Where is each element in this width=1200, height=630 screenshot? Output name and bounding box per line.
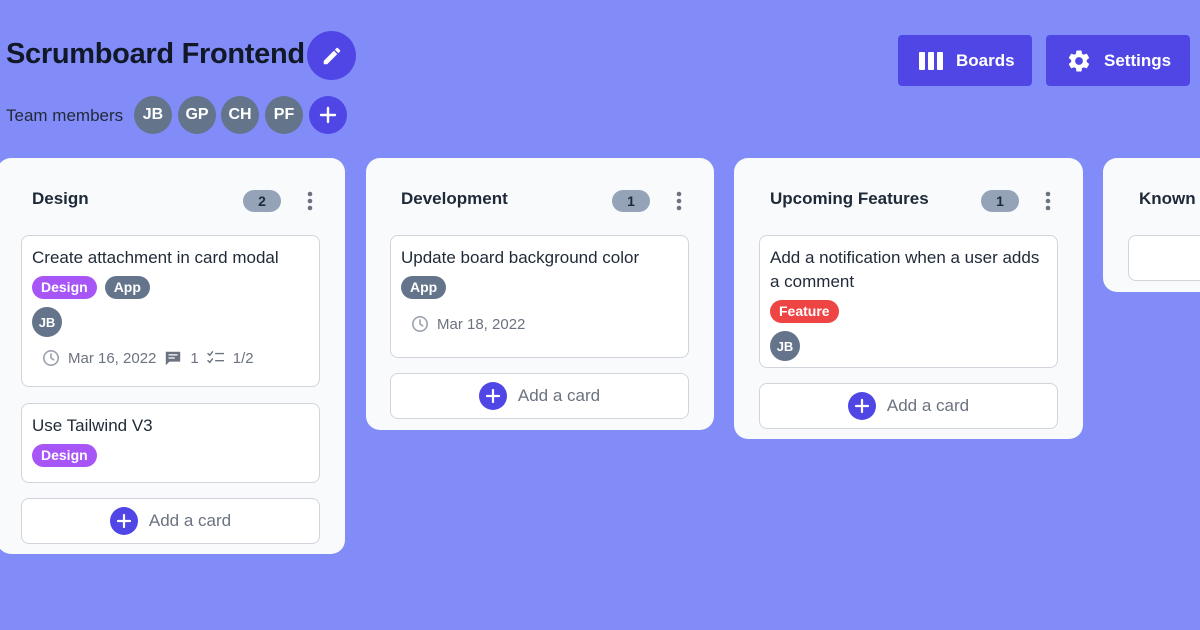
plus-icon <box>478 382 507 410</box>
column-title: Design <box>32 189 89 208</box>
tag-design: Design <box>32 276 97 299</box>
add-card-label: Add a card <box>517 386 601 405</box>
settings-label: Settings <box>1104 50 1172 70</box>
column-known-bugs: Known Bugs <box>1103 158 1200 292</box>
checklist-progress: 1/2 <box>232 349 254 367</box>
add-card-button[interactable]: Add a card <box>390 373 689 419</box>
column-title: Upcoming Features <box>770 189 929 208</box>
column-menu-button[interactable] <box>669 188 689 214</box>
more-vert-icon <box>1045 191 1051 211</box>
plus-icon <box>109 507 138 535</box>
plus-icon <box>319 106 337 124</box>
column-title: Known Bugs <box>1139 189 1200 208</box>
clock-icon <box>42 349 60 367</box>
more-vert-icon <box>307 191 313 211</box>
avatar[interactable]: GP <box>178 96 216 134</box>
boards-label: Boards <box>956 50 1015 70</box>
card[interactable]: Add a notification when a user adds a co… <box>759 235 1058 368</box>
tag-design: Design <box>32 444 97 467</box>
add-card-label: Add a card <box>886 396 970 415</box>
plus-icon <box>847 392 876 420</box>
card[interactable]: Update board background color App Mar 18… <box>390 235 689 358</box>
card-member-avatar: JB <box>770 331 800 361</box>
add-card-button[interactable]: Add a card <box>759 383 1058 429</box>
edit-board-button[interactable] <box>307 31 356 80</box>
card-count-badge: 1 <box>981 190 1019 212</box>
column-title: Development <box>401 189 508 208</box>
add-card-button[interactable]: Add a card <box>21 498 320 544</box>
boards-icon <box>918 50 944 72</box>
settings-button[interactable]: Settings <box>1046 35 1190 86</box>
checklist-icon <box>207 350 225 366</box>
team-members-label: Team members <box>6 106 124 125</box>
tag-app: App <box>104 276 150 299</box>
card-title: Add a notification when a user adds a co… <box>770 248 1040 291</box>
settings-icon <box>1066 48 1092 74</box>
tag-app: App <box>401 276 447 299</box>
card-title: Use Tailwind V3 <box>32 416 153 435</box>
avatar[interactable]: JB <box>134 96 172 134</box>
column-menu-button[interactable] <box>300 188 320 214</box>
comment-count: 1 <box>190 349 199 367</box>
avatar[interactable]: PF <box>265 96 303 134</box>
card-count-badge: 2 <box>243 190 281 212</box>
card[interactable]: Create attachment in card modal Design A… <box>21 235 320 387</box>
card[interactable]: Use Tailwind V3 Design <box>21 403 320 483</box>
comment-icon <box>164 349 182 367</box>
column-upcoming-features: Upcoming Features 1 Add a notification w… <box>734 158 1083 439</box>
add-card-button[interactable] <box>1128 235 1200 281</box>
column-design: Design 2 Create attachment in card modal… <box>0 158 345 554</box>
boards-button[interactable]: Boards <box>898 35 1032 86</box>
column-menu-button[interactable] <box>1038 188 1058 214</box>
card-title: Create attachment in card modal <box>32 248 279 267</box>
edit-icon <box>323 47 340 64</box>
clock-icon <box>411 315 429 333</box>
card-member-avatar: JB <box>32 307 62 337</box>
due-date: Mar 16, 2022 <box>68 349 157 367</box>
column-development: Development 1 Update board background co… <box>366 158 714 430</box>
add-card-label: Add a card <box>148 511 232 530</box>
card-count-badge: 1 <box>612 190 650 212</box>
tag-feature: Feature <box>770 300 839 323</box>
add-member-button[interactable] <box>309 96 347 134</box>
avatar[interactable]: CH <box>221 96 259 134</box>
more-vert-icon <box>676 191 682 211</box>
due-date: Mar 18, 2022 <box>437 315 526 333</box>
board-title: Scrumboard Frontend <box>6 38 305 70</box>
card-title: Update board background color <box>401 248 640 267</box>
